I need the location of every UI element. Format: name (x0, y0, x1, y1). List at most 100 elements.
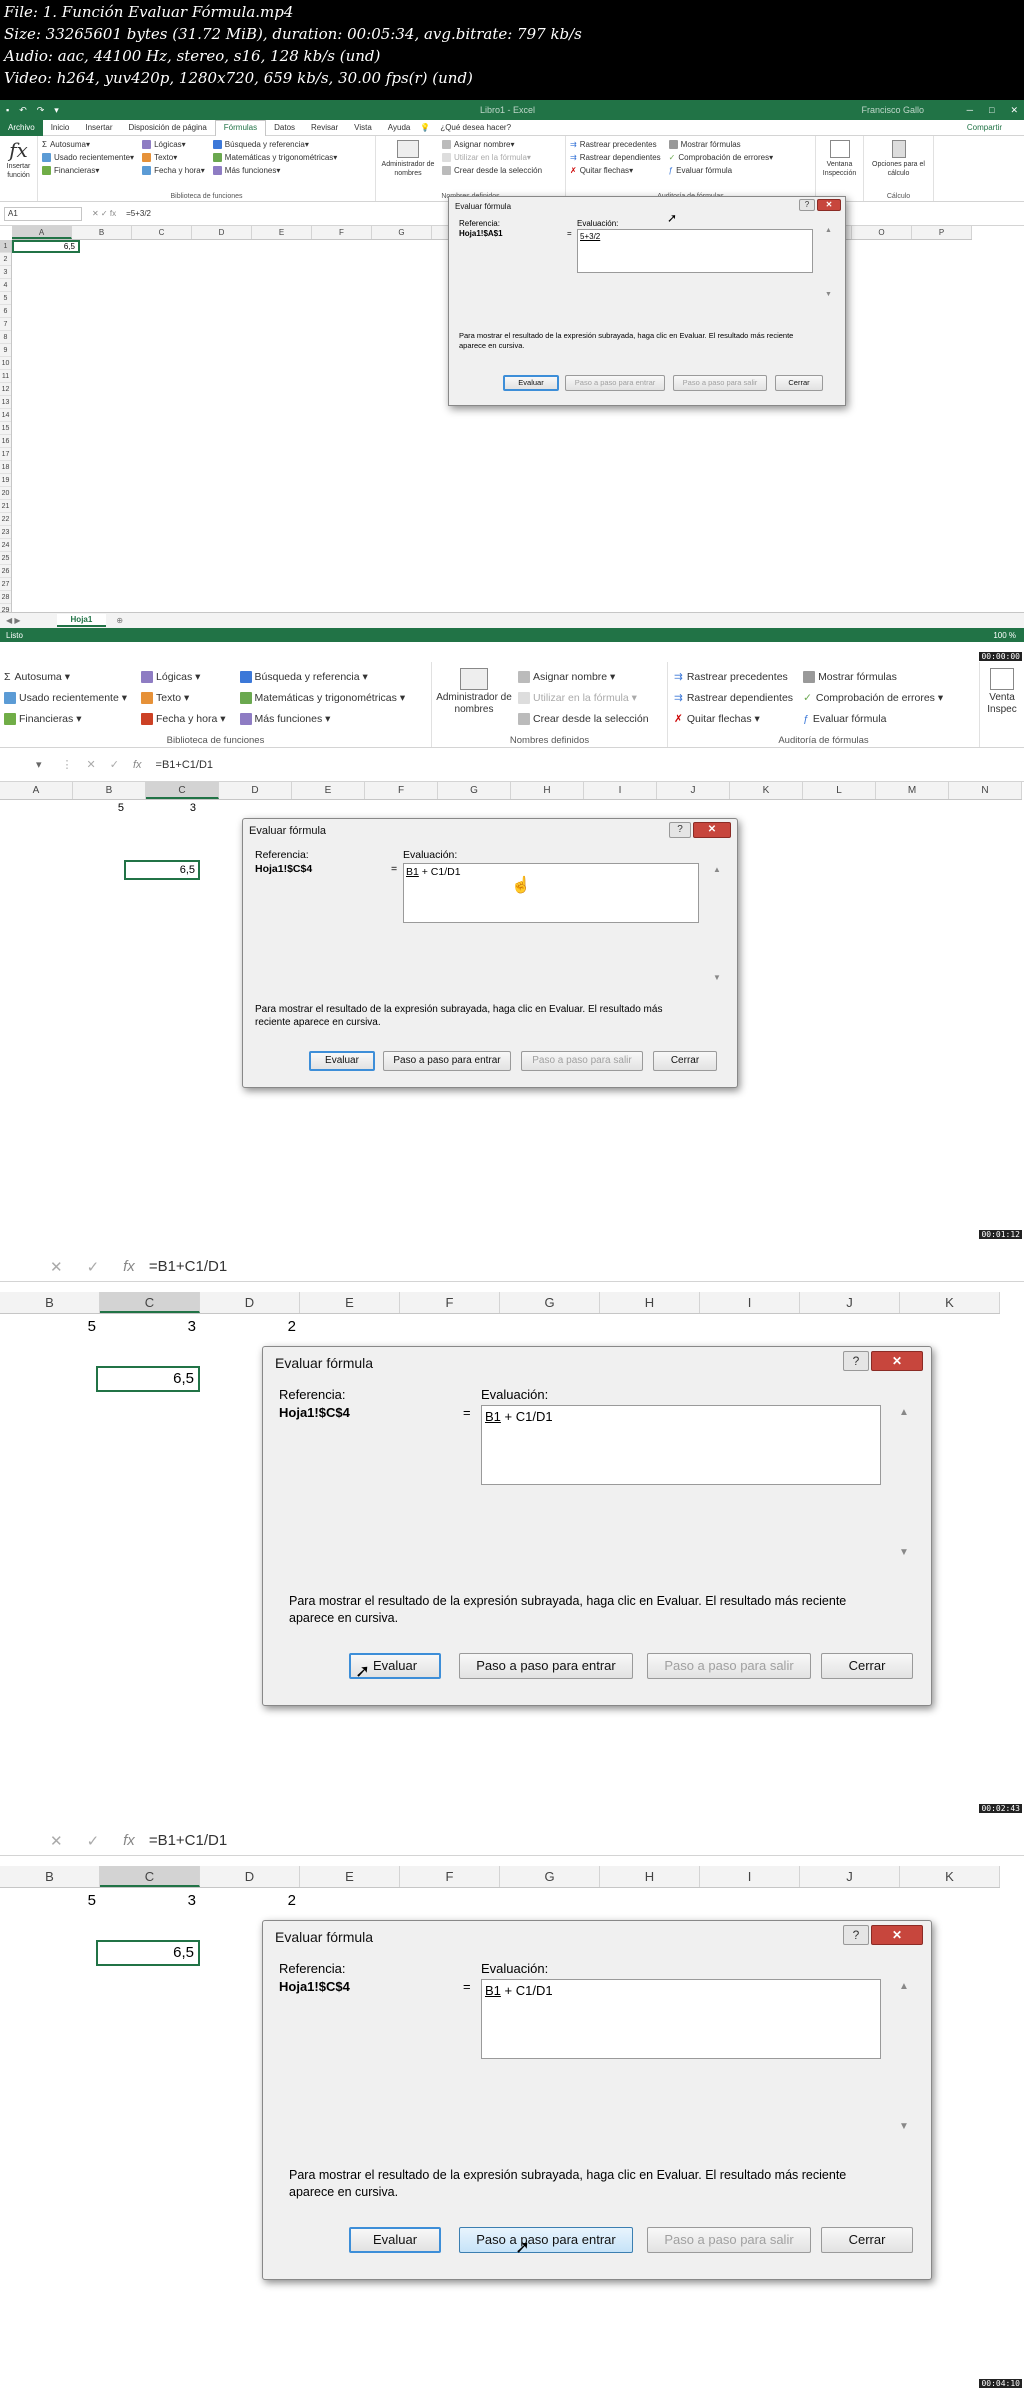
column-header-f[interactable]: F (400, 1866, 500, 1887)
trace-precedents-button[interactable]: ⇉ Rastrear precedentes (570, 138, 661, 151)
name-box-dropdown-icon[interactable]: ▾ (36, 758, 42, 771)
bottom-scrollbar[interactable] (0, 642, 1024, 662)
tab-disposicion[interactable]: Disposición de página (121, 123, 215, 132)
row-header-10[interactable]: 10 (0, 357, 11, 370)
row-header-8[interactable]: 8 (0, 331, 11, 344)
use-in-formula-button[interactable]: Utilizar en la fórmula ▾ (442, 151, 542, 164)
column-header-b[interactable]: B (72, 226, 132, 239)
column-header-j[interactable]: J (657, 782, 730, 799)
tell-me-input[interactable]: ¿Qué desea hacer? (432, 123, 519, 132)
use-in-formula-button[interactable]: Utilizar en la fórmula ▾ (518, 687, 649, 708)
evaluate-button[interactable]: Evaluar (503, 375, 559, 391)
row-header-22[interactable]: 22 (0, 513, 11, 526)
column-header-n[interactable]: N (949, 782, 1022, 799)
show-formulas-button[interactable]: Mostrar fórmulas (668, 138, 773, 151)
row-header-1[interactable]: 1 (0, 240, 11, 253)
tab-insertar[interactable]: Insertar (77, 123, 120, 132)
minimize-icon[interactable]: ─ (967, 105, 973, 116)
row-header-28[interactable]: 28 (0, 591, 11, 604)
formula-input[interactable]: =B1+C1/D1 (149, 1258, 227, 1275)
watch-window-button[interactable]: Ventana Inspección (816, 136, 864, 201)
evaluate-button[interactable]: Evaluar (349, 2227, 441, 2253)
row-header-7[interactable]: 7 (0, 318, 11, 331)
column-header-f[interactable]: F (365, 782, 438, 799)
lookup-button[interactable]: Búsqueda y referencia ▾ (212, 138, 338, 151)
tab-vista[interactable]: Vista (346, 123, 380, 132)
row-header-23[interactable]: 23 (0, 526, 11, 539)
financial-button[interactable]: Financieras ▾ (4, 708, 127, 729)
add-sheet-icon[interactable]: ⊕ (116, 616, 123, 625)
step-out-button[interactable]: Paso a paso para salir (673, 375, 767, 391)
text-button[interactable]: Texto ▾ (141, 687, 226, 708)
step-out-button[interactable]: Paso a paso para salir (521, 1051, 643, 1071)
column-header-j[interactable]: J (800, 1866, 900, 1887)
define-name-button[interactable]: Asignar nombre ▾ (442, 138, 542, 151)
cell-c4[interactable]: 6,5 (96, 1940, 200, 1966)
column-header-d[interactable]: D (192, 226, 252, 239)
fx-icon[interactable]: ✕✓ (50, 1258, 123, 1276)
row-header-21[interactable]: 21 (0, 500, 11, 513)
scroll-down-icon[interactable]: ▼ (713, 973, 721, 982)
close-button[interactable]: ✕ (871, 1925, 923, 1945)
close-dialog-button[interactable]: Cerrar (821, 2227, 913, 2253)
column-header-h[interactable]: H (600, 1866, 700, 1887)
column-header-c[interactable]: C (100, 1292, 200, 1313)
cell-c4[interactable]: 6,5 (96, 1366, 200, 1392)
row-header-16[interactable]: 16 (0, 435, 11, 448)
cell-d1[interactable]: 2 (198, 1892, 296, 1909)
financial-button[interactable]: Financieras ▾ (42, 164, 134, 177)
step-out-button[interactable]: Paso a paso para salir (647, 2227, 811, 2253)
recent-button[interactable]: Usado recientemente ▾ (42, 151, 134, 164)
undo-icon[interactable]: ↶ (19, 105, 27, 116)
remove-arrows-button[interactable]: ✗ Quitar flechas ▾ (674, 708, 793, 729)
maximize-icon[interactable]: □ (989, 105, 994, 116)
column-header-e[interactable]: E (292, 782, 365, 799)
column-header-d[interactable]: D (200, 1866, 300, 1887)
cell-c1[interactable]: 3 (98, 1892, 196, 1909)
row-header-12[interactable]: 12 (0, 383, 11, 396)
column-header-b[interactable]: B (73, 782, 146, 799)
evaluate-formula-button[interactable]: ƒ Evaluar fórmula (669, 164, 773, 177)
lookup-button[interactable]: Búsqueda y referencia ▾ (239, 666, 406, 687)
close-button[interactable]: ✕ (871, 1351, 923, 1371)
column-header-f[interactable]: F (312, 226, 372, 239)
column-header-l[interactable]: L (803, 782, 876, 799)
column-header-g[interactable]: G (372, 226, 432, 239)
row-header-2[interactable]: 2 (0, 253, 11, 266)
formula-input[interactable]: =B1+C1/D1 (149, 1832, 227, 1849)
column-header-d[interactable]: D (200, 1292, 300, 1313)
create-from-selection-button[interactable]: Crear desde la selección (442, 164, 542, 177)
column-header-i[interactable]: I (700, 1866, 800, 1887)
row-header-13[interactable]: 13 (0, 396, 11, 409)
scroll-up-icon[interactable]: ▲ (899, 1981, 909, 1992)
fx-icon[interactable]: ✕ ✓ fx (92, 209, 116, 218)
row-header-20[interactable]: 20 (0, 487, 11, 500)
formula-input[interactable]: =5+3/2 (126, 209, 151, 218)
column-header-c[interactable]: C (146, 782, 219, 799)
name-manager-button[interactable]: Administrador de nombres (436, 666, 512, 743)
step-in-button[interactable]: Paso a paso para entrar (459, 1653, 633, 1679)
autosum-button[interactable]: Σ Autosuma ▾ (42, 138, 134, 151)
math-button[interactable]: Matemáticas y trigonométricas ▾ (239, 687, 405, 708)
cell-b1[interactable]: 5 (0, 1318, 96, 1335)
column-header-k[interactable]: K (900, 1866, 1000, 1887)
redo-icon[interactable]: ↷ (37, 105, 45, 116)
name-box[interactable]: A1 (4, 206, 82, 221)
row-header-18[interactable]: 18 (0, 461, 11, 474)
autosum-button[interactable]: Σ Autosuma ▾ (4, 666, 127, 687)
tab-ayuda[interactable]: Ayuda (380, 123, 419, 132)
sheet-tab-hoja1[interactable]: Hoja1 (56, 614, 107, 627)
tab-archivo[interactable]: Archivo (0, 119, 43, 136)
prev-sheet-icon[interactable]: ◀ ▶ (6, 616, 21, 625)
cell-b1[interactable]: 5 (0, 1892, 96, 1909)
name-manager-button[interactable]: Administrador de nombres (380, 138, 436, 199)
scroll-up-icon[interactable]: ▲ (899, 1407, 909, 1418)
create-from-selection-button[interactable]: Crear desde la selección (518, 708, 649, 729)
row-header-17[interactable]: 17 (0, 448, 11, 461)
insert-function-button[interactable]: fx Insertar función (0, 136, 38, 201)
worksheet-grid[interactable]: BCDEFGHIJK 5 3 2 6,5 Evaluar fórmula ? ✕… (0, 1292, 1024, 1812)
help-button[interactable]: ? (669, 822, 691, 838)
row-header-5[interactable]: 5 (0, 292, 11, 305)
remove-arrows-button[interactable]: ✗ Quitar flechas ▾ (570, 164, 661, 177)
step-in-button[interactable]: Paso a paso para entrar (459, 2227, 633, 2253)
